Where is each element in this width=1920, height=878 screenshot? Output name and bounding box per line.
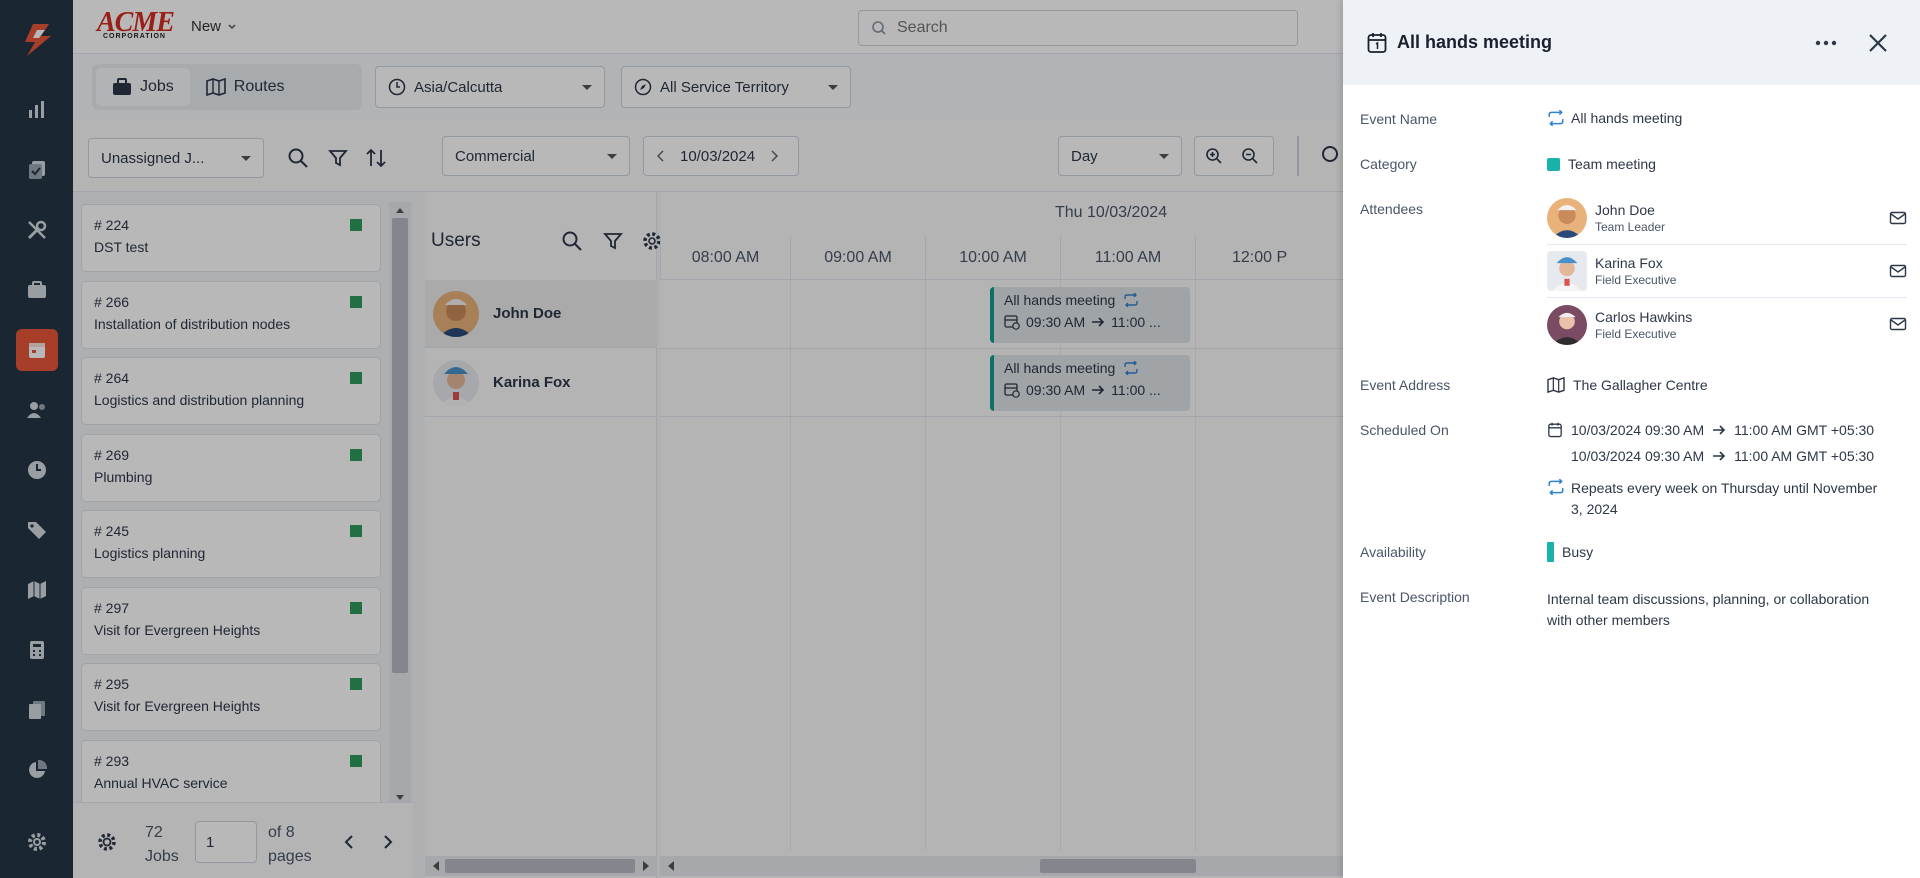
category-text: Team meeting [1568,156,1656,172]
availability-label: Availability [1360,544,1426,560]
attendee-row[interactable]: John Doe Team Leader [1547,192,1907,245]
schedule-end: 11:00 AM GMT +05:30 [1734,448,1875,464]
arrow-right-icon [1713,451,1726,461]
availability-text: Busy [1562,544,1594,560]
repeat-icon [1548,110,1564,126]
attendee-row[interactable]: Carlos Hawkins Field Executive [1547,298,1907,351]
modal-backdrop[interactable] [0,0,1343,878]
description-line2: with other members [1547,612,1670,628]
attendee-name: Carlos Hawkins [1595,308,1693,325]
address-text: The Gallagher Centre [1573,377,1708,393]
schedule-start: 10/03/2024 09:30 AM [1571,448,1705,464]
map-icon [1547,377,1565,393]
avatar [1547,251,1587,291]
mail-icon[interactable] [1889,211,1907,225]
calendar-icon [1548,422,1562,438]
repeat-text-line1: Repeats every week on Thursday until Nov… [1571,480,1878,496]
scheduled-label: Scheduled On [1360,422,1449,438]
mail-icon[interactable] [1889,264,1907,278]
description-value: Internal team discussions, planning, or … [1547,589,1869,631]
schedule-row: 10/03/2024 09:30 AM 11:00 AM GMT +05:30 [1547,422,1874,438]
description-line1: Internal team discussions, planning, or … [1547,591,1870,607]
schedule-start: 10/03/2024 09:30 AM [1571,422,1705,438]
attendee-name: John Doe [1595,202,1655,218]
attendees-label: Attendees [1360,201,1424,217]
category-color-swatch [1547,157,1560,171]
category-value: Team meeting [1547,156,1656,172]
address-value: The Gallagher Centre [1547,377,1708,393]
repeat-text-line2: 3, 2024 [1571,501,1618,517]
schedule-row: 10/03/2024 09:30 AM 11:00 AM GMT +05:30 [1571,448,1874,464]
panel-header: All hands meeting [1343,0,1920,85]
panel-title: All hands meeting [1397,32,1553,52]
availability-indicator [1547,542,1554,562]
attendee-role: Team Leader [1595,220,1666,234]
repeat-icon [1548,479,1564,495]
avatar [1547,304,1587,345]
more-options-icon[interactable] [1813,30,1839,56]
repeat-info: Repeats every week on Thursday until Nov… [1547,478,1877,520]
availability-value: Busy [1547,542,1593,562]
schedule-end: 11:00 AM GMT +05:30 [1734,422,1875,438]
event-name-text: All hands meeting [1571,110,1683,126]
address-label: Event Address [1360,377,1451,393]
event-name-label: Event Name [1360,111,1438,127]
category-label: Category [1360,156,1417,172]
attendee-role: Field Executive [1595,273,1677,287]
avatar [1547,198,1587,238]
calendar-icon [1367,33,1387,53]
description-label: Event Description [1360,589,1470,605]
arrow-right-icon [1713,425,1726,435]
close-icon[interactable] [1865,30,1891,56]
attendee-name: Karina Fox [1595,255,1663,271]
event-detail-panel: All hands meeting Event Name All hands m… [1343,0,1920,878]
attendee-row[interactable]: Karina Fox Field Executive [1547,245,1907,298]
attendee-role: Field Executive [1595,326,1677,341]
mail-icon[interactable] [1889,317,1907,331]
event-name-value: All hands meeting [1547,110,1682,126]
